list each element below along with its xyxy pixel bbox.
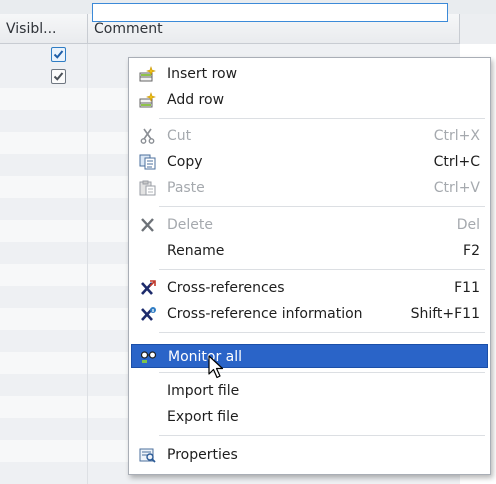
mouse-cursor-icon xyxy=(208,355,228,381)
menu-item-copy[interactable]: Copy Ctrl+C xyxy=(131,150,488,174)
delete-icon xyxy=(139,217,157,233)
menu-item-import-file[interactable]: Import file xyxy=(131,379,488,403)
menu-item-insert-row[interactable]: Insert row xyxy=(131,62,488,86)
menu-item-add-row[interactable]: Add row xyxy=(131,88,488,112)
visible-cell xyxy=(0,308,88,330)
menu-item-shortcut: Ctrl+C xyxy=(433,154,480,170)
menu-item-label: Cross-references xyxy=(167,280,285,296)
menu-item-label: Import file xyxy=(167,383,240,399)
menu-item-paste[interactable]: Paste Ctrl+V xyxy=(131,176,488,200)
menu-item-label: Cross-reference information xyxy=(167,306,363,322)
visible-checkbox[interactable] xyxy=(51,47,66,62)
menu-item-cross-references[interactable]: Cross-references F11 xyxy=(131,276,488,300)
visible-cell xyxy=(0,154,88,176)
visible-cell xyxy=(0,242,88,264)
menu-separator xyxy=(159,269,485,270)
menu-item-label: Cut xyxy=(167,128,192,144)
cross-reference-info-icon xyxy=(139,306,157,322)
menu-item-label: Rename xyxy=(167,243,225,259)
menu-item-delete[interactable]: Delete Del xyxy=(131,213,488,237)
menu-item-label: Copy xyxy=(167,154,203,170)
header-filler xyxy=(460,14,496,45)
menu-item-monitor-all[interactable]: Monitor all xyxy=(131,344,488,368)
menu-item-label: Add row xyxy=(167,92,225,108)
menu-item-properties[interactable]: Properties xyxy=(131,443,488,467)
properties-icon xyxy=(139,447,157,463)
menu-item-shortcut: Del xyxy=(456,217,480,233)
menu-separator xyxy=(159,332,485,333)
visible-cell xyxy=(0,176,88,198)
monitor-all-icon xyxy=(140,349,158,365)
visible-cell xyxy=(0,110,88,132)
paste-icon xyxy=(139,180,157,196)
context-menu: Insert row Add row Cut Ctrl+X Copy Ctrl+… xyxy=(128,57,491,475)
menu-item-shortcut: Shift+F11 xyxy=(410,306,480,322)
menu-item-label: Delete xyxy=(167,217,213,233)
copy-icon xyxy=(139,154,157,170)
visible-cell xyxy=(0,418,88,440)
visible-cell xyxy=(0,220,88,242)
comment-input[interactable] xyxy=(92,3,448,22)
visible-cell xyxy=(0,198,88,220)
menu-item-rename[interactable]: Rename F2 xyxy=(131,239,488,263)
add-row-icon xyxy=(139,92,157,108)
menu-item-cut[interactable]: Cut Ctrl+X xyxy=(131,124,488,148)
menu-separator xyxy=(159,206,485,207)
menu-item-label: Monitor all xyxy=(168,349,243,365)
menu-separator xyxy=(159,435,485,436)
menu-item-label: Properties xyxy=(167,447,238,463)
menu-item-label: Export file xyxy=(167,409,239,425)
visible-cell xyxy=(0,330,88,352)
visible-cell xyxy=(0,352,88,374)
insert-row-icon xyxy=(139,66,157,82)
visible-cell xyxy=(0,264,88,286)
visible-checkbox[interactable] xyxy=(51,69,66,84)
visible-cell xyxy=(0,374,88,396)
menu-item-shortcut: Ctrl+V xyxy=(433,180,480,196)
visible-cell xyxy=(0,440,88,462)
visible-cell xyxy=(0,132,88,154)
visible-cell xyxy=(0,396,88,418)
visible-cell xyxy=(0,286,88,308)
menu-item-shortcut: F2 xyxy=(463,243,480,259)
visible-cell xyxy=(0,44,88,66)
menu-item-cross-reference-information[interactable]: Cross-reference information Shift+F11 xyxy=(131,302,488,326)
menu-item-shortcut: Ctrl+X xyxy=(433,128,480,144)
menu-separator xyxy=(159,118,485,119)
menu-item-label: Insert row xyxy=(167,66,238,82)
cross-references-icon xyxy=(139,280,157,296)
menu-item-label: Paste xyxy=(167,180,205,196)
visible-cell xyxy=(0,88,88,110)
column-header-visible[interactable]: Visibl... xyxy=(0,14,88,44)
menu-item-shortcut: F11 xyxy=(454,280,480,296)
visible-cell xyxy=(0,66,88,88)
menu-item-export-file[interactable]: Export file xyxy=(131,405,488,429)
cut-icon xyxy=(139,128,157,144)
